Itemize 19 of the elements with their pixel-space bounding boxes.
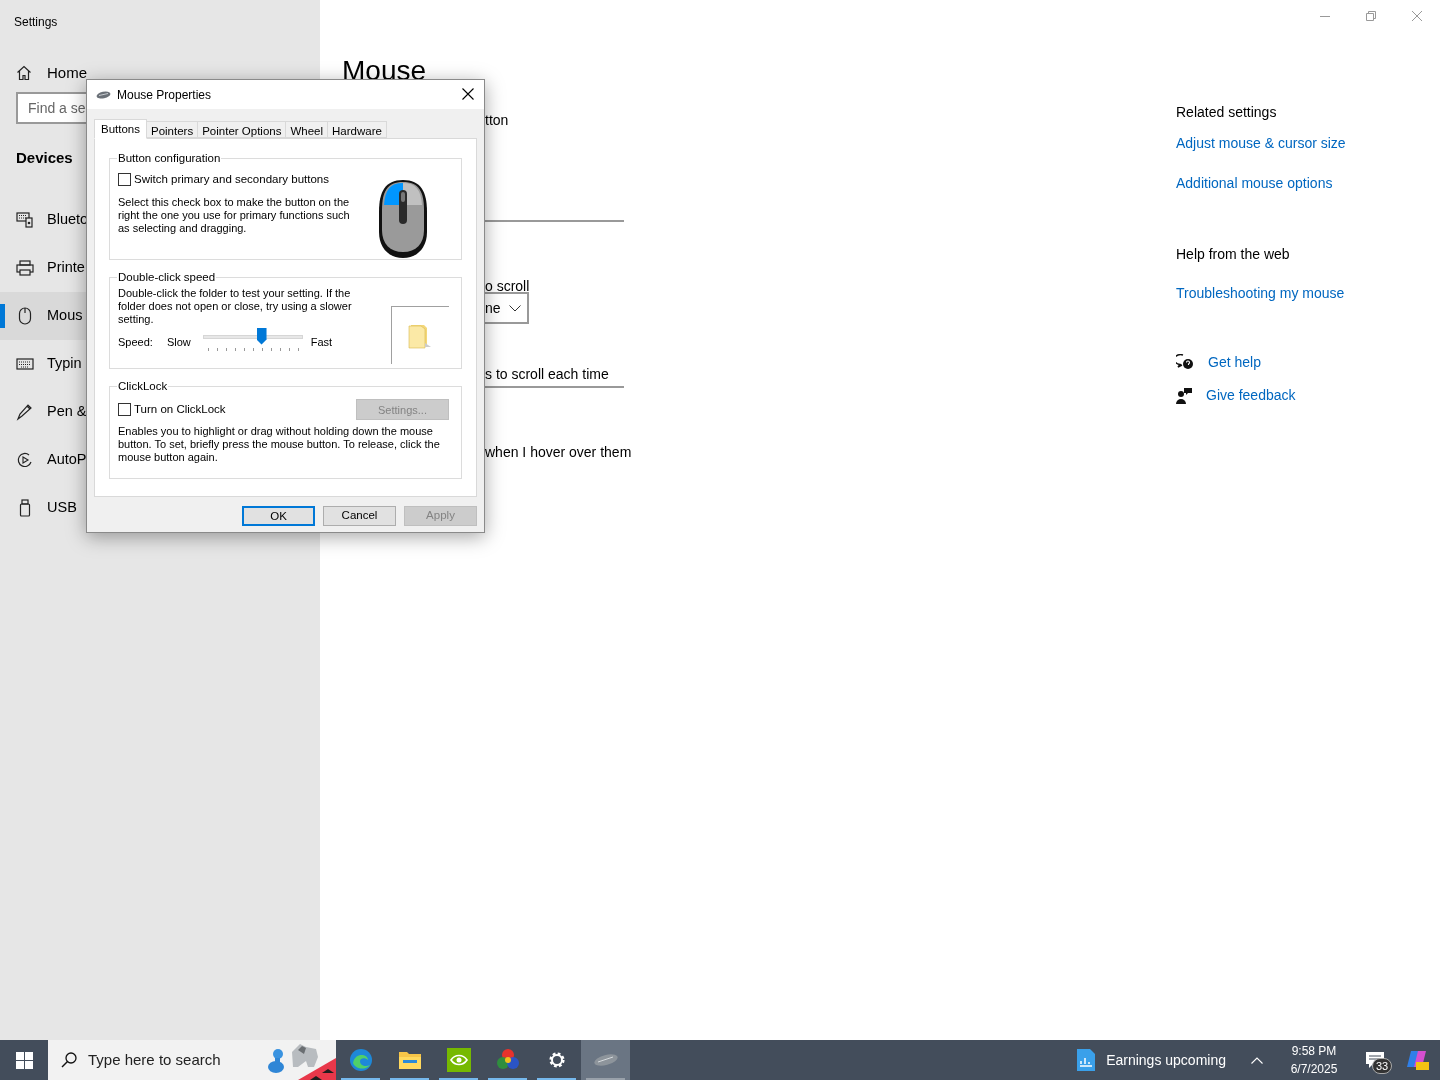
setting-label: s to scroll each time [485,366,609,382]
setting-label: o scroll [485,278,530,294]
notification-count-badge: 33 [1372,1058,1393,1074]
description: Enables you to highlight or drag without holding down the mouse button. To set, briefly press the mouse button. To release, click the mouse button again. [118,425,441,465]
description: Select this check box to make the button on the right the one you use for primary functions such as selecting and dragging. [118,195,351,235]
speed-label: Speed: [118,335,153,351]
section-heading: Help from the web [1176,245,1291,264]
slider-min-label: Slow [166,335,191,351]
group-title: ClickLock [117,379,169,394]
dialog-title: Mouse Properties [117,86,212,104]
description: Double-click the folder to test your setting. If the folder does not open or close, try using a slower setting. [118,287,353,327]
setting-label: tton [485,112,509,128]
setting-label: when I hover over them [485,444,632,460]
slider-max-label: Fast [310,335,333,351]
section-heading: Devices [16,149,73,166]
window-title: Settings [14,15,58,29]
group-title: Button configuration [117,151,222,166]
group-title: Double-click speed [117,270,217,285]
section-heading: Related settings [1176,103,1278,122]
